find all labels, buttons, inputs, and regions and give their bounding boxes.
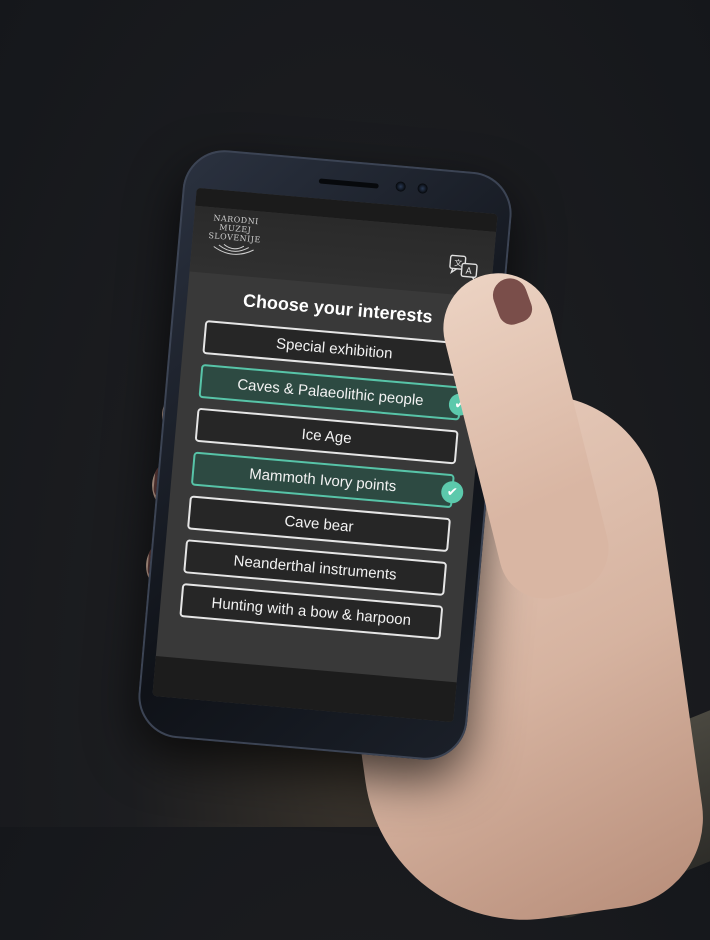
interest-option-label: Special exhibition — [275, 334, 394, 362]
photo-scene: NARODNI MUZEJ SLOVENIJE 文 A Choose your … — [0, 0, 710, 940]
interest-option-label: Mammoth Ivory points — [248, 465, 398, 495]
interest-option-label: Ice Age — [300, 425, 353, 447]
interest-option-label: Cave bear — [283, 512, 355, 536]
museum-logo: NARODNI MUZEJ SLOVENIJE — [203, 213, 267, 263]
translate-button[interactable]: 文 A — [448, 254, 480, 281]
checkmark-icon: ✔ — [440, 480, 465, 505]
interest-option-label: Hunting with a bow & harpoon — [210, 594, 412, 629]
logo-waves-icon — [213, 244, 254, 255]
interest-options: Special exhibition Caves & Palaeolithic p… — [179, 320, 472, 640]
interests-content: Choose your interests Special exhibition… — [159, 271, 490, 641]
phone-screen: NARODNI MUZEJ SLOVENIJE 文 A Choose your … — [152, 187, 498, 723]
interest-option-label: Caves & Palaeolithic people — [236, 375, 425, 409]
svg-text:文: 文 — [454, 258, 463, 269]
smartphone: NARODNI MUZEJ SLOVENIJE 文 A Choose your … — [134, 146, 516, 764]
translate-icon: 文 A — [449, 254, 478, 280]
interest-option-label: Neanderthal instruments — [233, 551, 398, 584]
